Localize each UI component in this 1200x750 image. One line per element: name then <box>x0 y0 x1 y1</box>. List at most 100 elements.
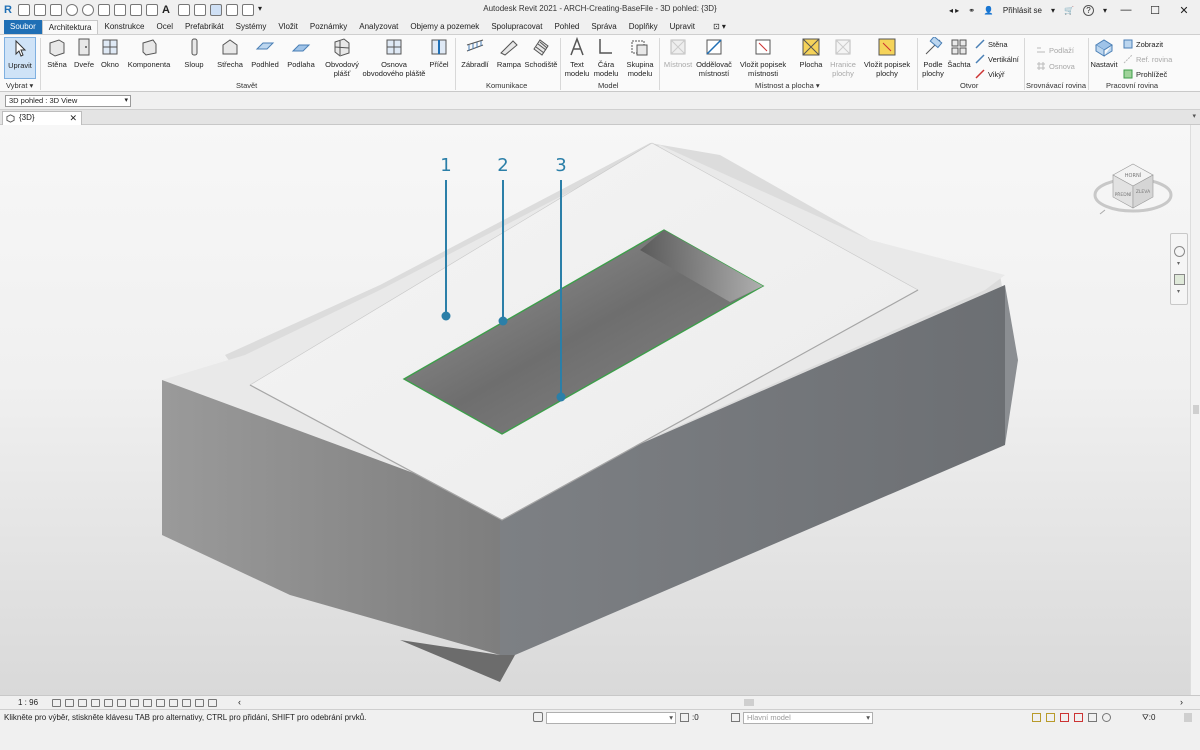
select-group-label[interactable]: Vybrat ▾ <box>6 81 33 90</box>
3d-view-icon[interactable] <box>178 4 190 16</box>
roof-button[interactable]: Střecha <box>216 37 244 69</box>
zoom-dropdown-icon[interactable]: ▾ <box>1177 288 1180 295</box>
qat-dropdown-icon[interactable]: ▾ <box>258 4 270 16</box>
mullion-button[interactable]: Příčel <box>428 37 450 69</box>
print-icon[interactable] <box>98 4 110 16</box>
horizontal-scroll-thumb[interactable] <box>744 699 754 706</box>
vertical-scrollbar[interactable] <box>1190 125 1200 695</box>
wall-button[interactable]: Stěna <box>46 37 68 69</box>
tab-architecture[interactable]: Architektura <box>41 20 99 34</box>
window-button[interactable]: Okno <box>99 37 121 69</box>
design-options-icon[interactable] <box>731 713 740 722</box>
show-crop-icon[interactable] <box>130 699 139 707</box>
drag-elements-icon[interactable] <box>1088 713 1097 722</box>
area-tag-button[interactable]: Vložit popisek plochy <box>862 37 912 78</box>
tab-collaborate[interactable]: Spolupracovat <box>485 20 548 34</box>
room-tag-button[interactable]: Vložit popisek místnosti <box>738 37 788 78</box>
room-area-group-label[interactable]: Místnost a plocha ▾ <box>755 81 820 90</box>
binoculars-icon[interactable]: ⚭ <box>968 6 975 15</box>
temp-view-props-icon[interactable] <box>182 699 191 707</box>
tab-addins[interactable]: Doplňky <box>623 20 664 34</box>
ramp-button[interactable]: Rampa <box>496 37 522 69</box>
component-button[interactable]: Komponenta <box>127 37 171 69</box>
nav-arrows-icon[interactable]: ◂ ▸ <box>949 6 959 15</box>
vertical-scroll-thumb[interactable] <box>1193 405 1199 414</box>
close-hidden-icon[interactable] <box>226 4 238 16</box>
sync-icon[interactable] <box>50 4 62 16</box>
tab-precast[interactable]: Prefabrikát <box>179 20 230 34</box>
tabs-menu-icon[interactable]: ▾ <box>1192 112 1196 120</box>
tab-insert[interactable]: Vložit <box>272 20 304 34</box>
close-icon[interactable]: ✕ <box>69 112 77 124</box>
measure-icon[interactable] <box>114 4 126 16</box>
tab-file[interactable]: Soubor <box>4 20 42 34</box>
status-scroll-thumb[interactable] <box>1184 713 1192 722</box>
dormer-opening-button[interactable]: Vikýř <box>975 69 1005 79</box>
thin-lines-icon[interactable] <box>210 4 222 16</box>
shaft-button[interactable]: Šachta <box>947 37 971 69</box>
highlight-displacement-icon[interactable] <box>208 699 217 707</box>
close-button[interactable]: ✕ <box>1174 4 1194 17</box>
shadows-icon[interactable] <box>91 699 100 707</box>
tab-annotate[interactable]: Poznámky <box>304 20 353 34</box>
stair-button[interactable]: Schodiště <box>524 37 558 69</box>
background-process-icon[interactable] <box>1102 713 1111 722</box>
tab-steel[interactable]: Ocel <box>151 20 179 34</box>
viewcube[interactable]: HORNÍ PŘEDNÍ ZLEVA <box>1093 163 1173 215</box>
help-button[interactable]: ? <box>1082 4 1094 16</box>
viewer-button[interactable]: Prohlížeč <box>1123 69 1167 79</box>
area-button[interactable]: Plocha <box>798 37 824 69</box>
tab-view[interactable]: Pohled <box>548 20 585 34</box>
area-boundary-button[interactable]: Hranice plochy <box>828 37 858 78</box>
save-icon[interactable] <box>34 4 46 16</box>
tab-systems[interactable]: Systémy <box>230 20 273 34</box>
scroll-left-icon[interactable]: ‹ <box>238 697 241 707</box>
tab-analyze[interactable]: Analyzovat <box>353 20 404 34</box>
railing-button[interactable]: Zábradlí <box>460 37 490 69</box>
lock-3d-icon[interactable] <box>143 699 152 707</box>
scroll-right-icon[interactable]: › <box>1180 697 1183 707</box>
viewcube-right-label[interactable]: ZLEVA <box>1136 189 1151 195</box>
ref-plane-button[interactable]: Ref. rovina <box>1123 54 1172 64</box>
view-selector-dropdown[interactable]: 3D pohled : 3D View ▾ <box>5 95 131 107</box>
minimize-button[interactable]: — <box>1116 4 1136 16</box>
sign-in-link[interactable]: Přihlásit se <box>1003 6 1042 15</box>
switch-windows-icon[interactable] <box>242 4 254 16</box>
editable-only-icon[interactable] <box>680 713 689 722</box>
show-workplane-button[interactable]: Zobrazit <box>1123 39 1163 49</box>
tab-modify[interactable]: Upravit <box>664 20 701 34</box>
viewcube-top-label[interactable]: HORNÍ <box>1125 172 1142 179</box>
view-scale[interactable]: 1 : 96 <box>18 698 38 707</box>
grid-button[interactable]: Osnova <box>1036 61 1075 71</box>
ceiling-button[interactable]: Podhled <box>250 37 280 69</box>
curtain-system-button[interactable]: Obvodový plášť <box>322 37 362 78</box>
help-dropdown-icon[interactable]: ▾ <box>1103 6 1107 15</box>
curtain-grid-button[interactable]: Osnova obvodového pláště <box>362 37 426 78</box>
level-button[interactable]: Podlaží <box>1036 45 1074 55</box>
redo-icon[interactable] <box>82 4 94 16</box>
model-text-button[interactable]: Text modelu <box>563 37 591 78</box>
section-icon[interactable] <box>194 4 206 16</box>
worksets-icon[interactable] <box>533 712 543 722</box>
by-face-button[interactable]: Podle plochy <box>920 37 946 78</box>
nav-dropdown-icon[interactable]: ▾ <box>1177 260 1180 267</box>
vertical-opening-button[interactable]: Vertikální <box>975 54 1019 64</box>
3d-model[interactable]: 1 2 3 HORNÍ PŘEDNÍ ZLEVA <box>0 125 1190 695</box>
visual-style-icon[interactable] <box>65 699 74 707</box>
select-pinned-icon[interactable] <box>1060 713 1069 722</box>
sign-in-dropdown-icon[interactable]: ▾ <box>1051 6 1055 15</box>
door-button[interactable]: Dveře <box>73 37 95 69</box>
select-links-icon[interactable] <box>1032 713 1041 722</box>
tab-massing-site[interactable]: Objemy a pozemek <box>404 20 485 34</box>
model-group-button[interactable]: Skupina modelu <box>623 37 657 78</box>
undo-icon[interactable] <box>66 4 78 16</box>
sun-path-icon[interactable] <box>78 699 87 707</box>
select-by-face-icon[interactable] <box>1074 713 1083 722</box>
zoom-region-icon[interactable] <box>1174 274 1185 285</box>
ribbon-toggle-icon[interactable]: ⊡ ▾ <box>701 20 732 34</box>
workset-dropdown[interactable]: ▾ <box>546 712 676 724</box>
maximize-button[interactable]: ☐ <box>1145 4 1165 17</box>
text-icon[interactable]: A <box>162 4 174 16</box>
tab-manage[interactable]: Správa <box>585 20 622 34</box>
detail-level-icon[interactable] <box>52 699 61 707</box>
